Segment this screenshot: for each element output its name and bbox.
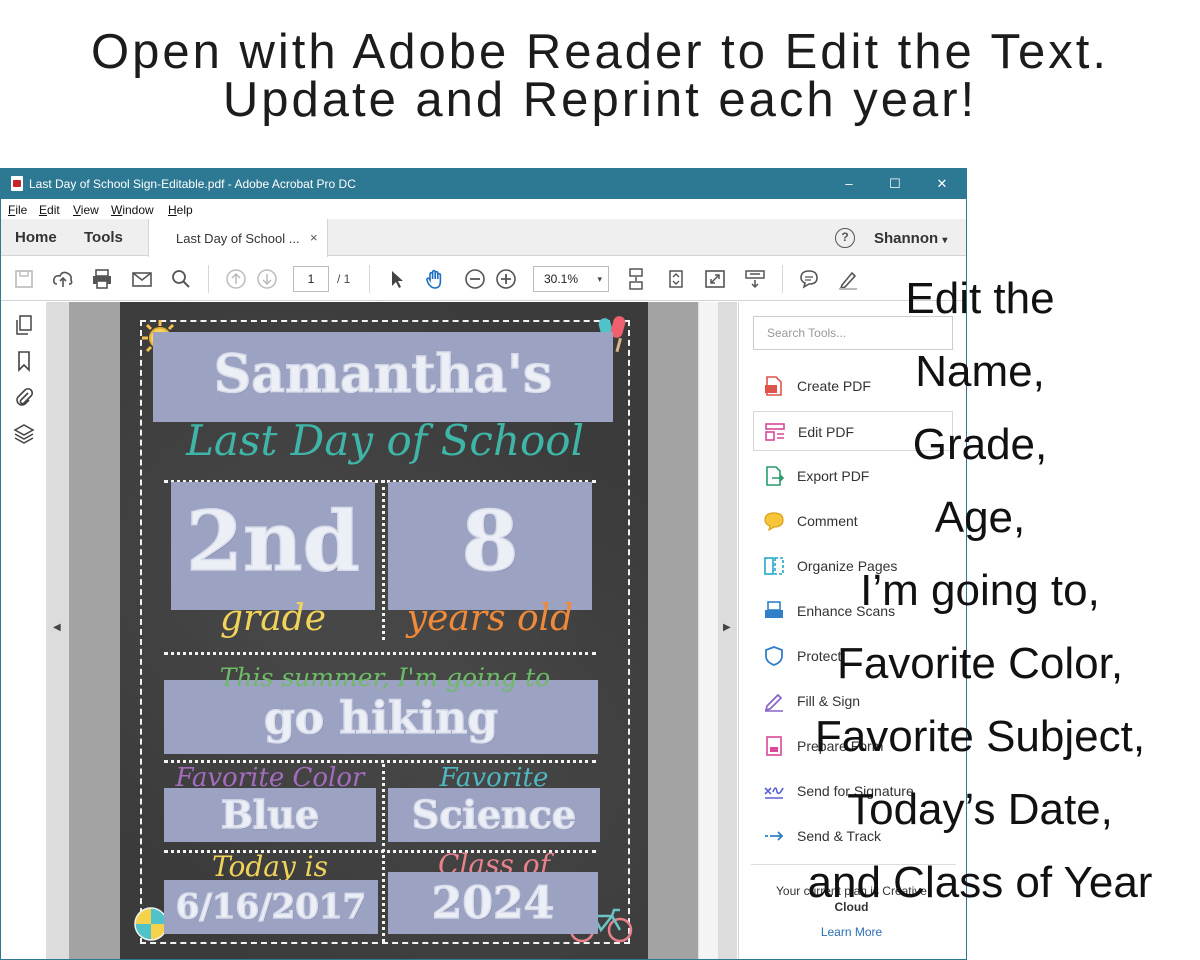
- minimize-button[interactable]: –: [834, 173, 864, 195]
- zoom-select[interactable]: 30.1% ▾: [533, 266, 609, 292]
- chalkboard-sign-page: Samantha's Last Day of School 2nd 8 grad…: [120, 302, 648, 959]
- name-text: Samantha's: [213, 343, 553, 406]
- vertical-scrollbar[interactable]: [698, 302, 718, 959]
- page-number-input[interactable]: 1: [293, 266, 329, 292]
- date-value: 6/16/2017: [175, 886, 367, 928]
- expand-right-pane-icon[interactable]: ▶: [723, 622, 731, 633]
- upload-cloud-icon[interactable]: [52, 268, 74, 290]
- overlay-line: Grade,: [912, 420, 1048, 469]
- overlay-line: Edit the: [905, 274, 1055, 323]
- attachment-icon[interactable]: [13, 386, 35, 408]
- tab-home[interactable]: Home: [15, 229, 57, 246]
- menu-window[interactable]: Window: [111, 203, 154, 217]
- zoom-in-icon[interactable]: [495, 268, 517, 290]
- headline-line-1: Open with Adobe Reader to Edit the Text.: [90, 25, 1109, 79]
- date-label: Today is: [211, 850, 329, 883]
- close-tab-icon[interactable]: ×: [310, 230, 318, 245]
- page-thumbnails-icon[interactable]: [13, 314, 35, 336]
- dotted-divider: [382, 764, 385, 942]
- headline-line-2: Update and Reprint each year!: [222, 73, 978, 127]
- user-menu[interactable]: Shannon ▾: [874, 230, 947, 247]
- chevron-down-icon: ▾: [597, 274, 602, 284]
- print-icon[interactable]: [91, 268, 113, 290]
- maximize-button[interactable]: ☐: [880, 173, 910, 195]
- overlay-line: Favorite Color,: [836, 639, 1124, 688]
- overlay-line: Today’s Date,: [847, 785, 1113, 834]
- menu-bar: File Edit View Window Help: [1, 199, 966, 219]
- menu-help[interactable]: Help: [168, 203, 193, 217]
- rotate-view-icon[interactable]: [665, 268, 687, 290]
- grade-value: 2nd: [185, 493, 361, 591]
- tab-bar: Home Tools Last Day of School ... × ? Sh…: [1, 219, 966, 257]
- previous-page-icon[interactable]: [225, 268, 247, 290]
- search-icon[interactable]: [170, 268, 192, 290]
- zoom-value: 30.1%: [544, 272, 579, 286]
- age-label: years old: [406, 598, 574, 639]
- overlay-line: and Class of Year: [807, 858, 1153, 907]
- title-bar: Last Day of School Sign-Editable.pdf - A…: [1, 169, 966, 199]
- class-value: 2024: [431, 877, 555, 930]
- select-cursor-icon[interactable]: [386, 268, 408, 290]
- close-window-button[interactable]: ✕: [927, 173, 957, 195]
- age-value: 8: [461, 493, 520, 591]
- color-value: Blue: [220, 791, 320, 838]
- pdf-file-icon: [11, 176, 23, 191]
- dotted-divider: [382, 480, 385, 640]
- full-screen-icon[interactable]: [704, 268, 726, 290]
- next-page-icon[interactable]: [256, 268, 278, 290]
- tab-document[interactable]: Last Day of School ... ×: [148, 219, 328, 257]
- document-area[interactable]: ◀ ▶ Samantha's Last Day of School 2nd 8 …: [47, 302, 737, 959]
- summer-label: This summer, I'm going to: [219, 663, 551, 692]
- overlay-line: I’m going to,: [860, 566, 1100, 615]
- help-icon[interactable]: ?: [835, 228, 855, 248]
- overlay-line: Favorite Subject,: [814, 712, 1146, 761]
- learn-more-link[interactable]: Learn More: [737, 925, 966, 939]
- email-icon[interactable]: [131, 268, 153, 290]
- overlay-line: Age,: [934, 493, 1026, 542]
- menu-file[interactable]: File: [8, 203, 27, 217]
- menu-view[interactable]: View: [73, 203, 99, 217]
- left-navigation-pane: [1, 302, 47, 959]
- user-name: Shannon: [874, 230, 939, 247]
- chevron-down-icon: ▾: [942, 235, 948, 246]
- overlay-line: Name,: [915, 347, 1045, 396]
- scrolling-mode-icon[interactable]: [625, 268, 647, 290]
- save-icon[interactable]: [13, 268, 35, 290]
- subject-value: Science: [411, 791, 577, 838]
- promo-image: Open with Adobe Reader to Edit the Text.…: [0, 0, 1200, 960]
- instruction-overlay: Edit the Name, Grade, Age, I’m going to,…: [760, 262, 1200, 919]
- toolbar-divider: [208, 265, 209, 293]
- hand-tool-icon[interactable]: [424, 268, 446, 290]
- menu-edit[interactable]: Edit: [39, 203, 60, 217]
- collapse-left-pane-icon[interactable]: ◀: [53, 622, 61, 633]
- summer-value: go hiking: [263, 692, 499, 745]
- layers-icon[interactable]: [13, 422, 35, 444]
- tab-tools[interactable]: Tools: [84, 229, 123, 246]
- grade-label: grade: [219, 598, 327, 639]
- page-total: / 1: [337, 272, 351, 286]
- tab-document-label: Last Day of School ...: [176, 231, 300, 246]
- subtitle-text: Last Day of School: [185, 416, 585, 465]
- zoom-out-icon[interactable]: [464, 268, 486, 290]
- bookmark-icon[interactable]: [13, 350, 35, 372]
- window-title: Last Day of School Sign-Editable.pdf - A…: [29, 177, 356, 191]
- toolbar-divider: [369, 265, 370, 293]
- dotted-divider: [164, 652, 596, 655]
